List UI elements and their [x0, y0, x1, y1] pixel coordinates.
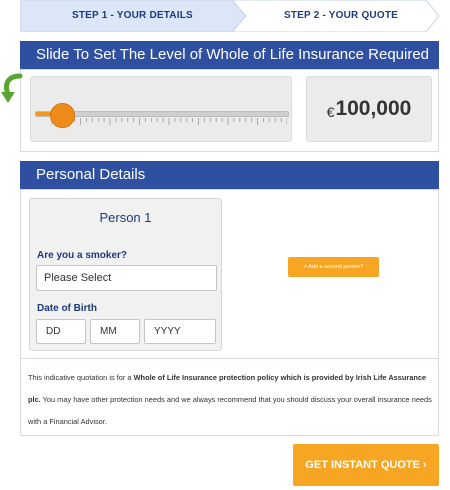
get-instant-quote-button[interactable]: GET INSTANT QUOTE › [293, 444, 439, 486]
step-1-label: STEP 1 - YOUR DETAILS [72, 10, 193, 21]
dob-day-input[interactable]: DD [36, 319, 86, 344]
add-second-person-button[interactable]: + Add a second person? [288, 257, 379, 277]
person-1-card: Person 1 Are you a smoker? Please Select… [29, 198, 222, 351]
smoker-label: Are you a smoker? [37, 250, 128, 261]
person-1-title: Person 1 [99, 210, 152, 225]
coverage-slider[interactable] [30, 76, 292, 142]
cover-amount-value: 100,000 [335, 97, 412, 120]
curved-arrow-icon [1, 73, 23, 103]
slider-ticks [51, 118, 287, 125]
personal-details-header: Personal Details [20, 161, 439, 189]
progress-steps: STEP 1 - YOUR DETAILS STEP 2 - YOUR QUOT… [20, 0, 440, 32]
currency-symbol: € [326, 104, 335, 120]
smoker-select[interactable]: Please Select [36, 265, 217, 291]
step-2-label: STEP 2 - YOUR QUOTE [284, 10, 399, 21]
dob-label: Date of Birth [37, 303, 97, 314]
dob-year-input[interactable]: YYYY [144, 319, 216, 344]
disclaimer-part2: You may have other protection needs and … [28, 395, 432, 426]
dob-month-input[interactable]: MM [90, 319, 140, 344]
slider-section-header: Slide To Set The Level of Whole of Life … [20, 41, 439, 69]
cover-amount-display: € 100,000 [306, 76, 432, 142]
disclaimer-part1: This indicative quotation is for a [28, 373, 134, 382]
disclaimer-text: This indicative quotation is for a Whole… [28, 367, 433, 433]
